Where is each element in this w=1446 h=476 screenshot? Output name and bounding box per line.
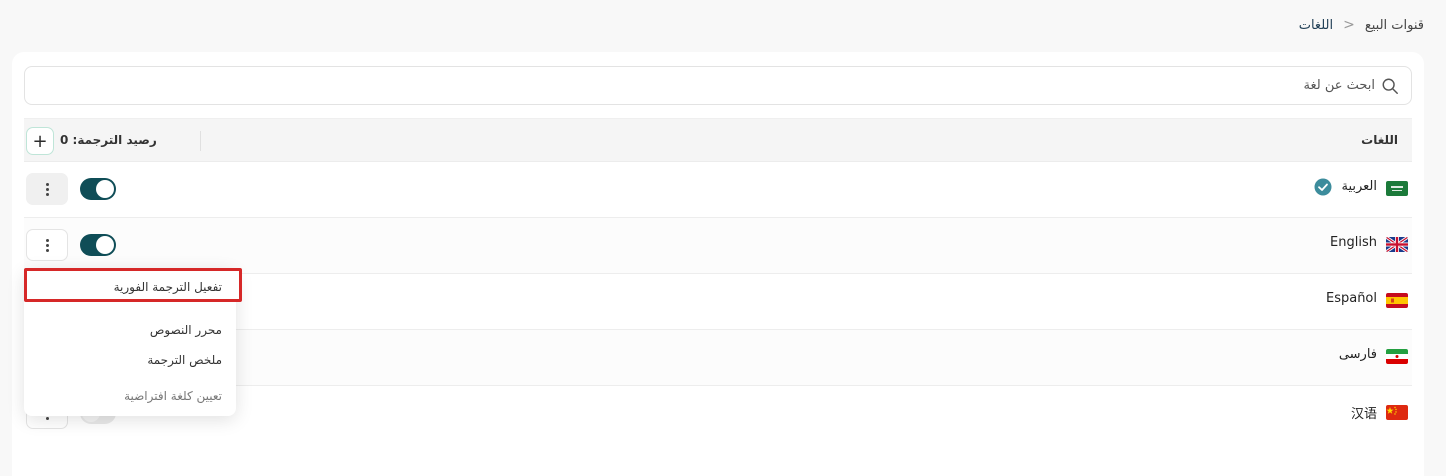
- saudi-arabia-flag-icon: [1386, 181, 1408, 196]
- language-row-english: English: [24, 218, 1412, 274]
- search-icon: [1382, 78, 1398, 94]
- language-name: English: [1330, 235, 1377, 250]
- language-row-arabic: العربية: [24, 162, 1412, 218]
- breadcrumb-languages: اللغات: [1298, 17, 1334, 33]
- search-input[interactable]: [25, 67, 1411, 104]
- more-vertical-icon: [45, 238, 49, 252]
- language-name: العربية: [1341, 179, 1377, 194]
- toggle-knob: [96, 236, 114, 254]
- toggle-knob: [96, 180, 114, 198]
- menu-item-enable-instant-translation[interactable]: تفعيل الترجمة الفورية: [114, 280, 222, 294]
- highlighted-menu-item-frame: تفعيل الترجمة الفورية: [24, 268, 242, 302]
- menu-item-set-default-language[interactable]: تعيين كلغة افتراضية: [124, 389, 222, 403]
- spain-flag-icon: [1386, 293, 1408, 308]
- chevron-left-icon: >: [1343, 17, 1355, 33]
- column-header-languages: اللغات: [1361, 133, 1398, 147]
- language-toggle[interactable]: [80, 178, 116, 200]
- search-box[interactable]: ابحث عن لغة: [24, 66, 1412, 105]
- breadcrumb-sales-channels[interactable]: قنوات البيع: [1365, 18, 1424, 33]
- menu-item-translation-summary[interactable]: ملخص الترجمة: [147, 353, 222, 367]
- iran-flag-icon: [1386, 349, 1408, 364]
- add-language-button[interactable]: +: [26, 127, 54, 155]
- uk-flag-icon: [1386, 237, 1408, 252]
- language-name: 汉语: [1350, 407, 1377, 422]
- table-header: اللغات رصيد الترجمة: 0 +: [24, 118, 1412, 162]
- header-divider: [200, 131, 201, 151]
- row-options-button[interactable]: [26, 229, 68, 261]
- language-toggle[interactable]: [80, 234, 116, 256]
- translation-balance: رصيد الترجمة: 0: [60, 133, 157, 147]
- breadcrumb: قنوات البيع > اللغات: [1299, 17, 1424, 33]
- row-options-button[interactable]: [26, 173, 68, 205]
- more-vertical-icon: [45, 182, 49, 196]
- language-name: فارسى: [1338, 347, 1377, 362]
- verified-check-icon: [1314, 178, 1332, 196]
- language-name: Español: [1325, 291, 1377, 306]
- china-flag-icon: [1386, 405, 1408, 420]
- menu-item-text-editor[interactable]: محرر النصوص: [150, 323, 222, 337]
